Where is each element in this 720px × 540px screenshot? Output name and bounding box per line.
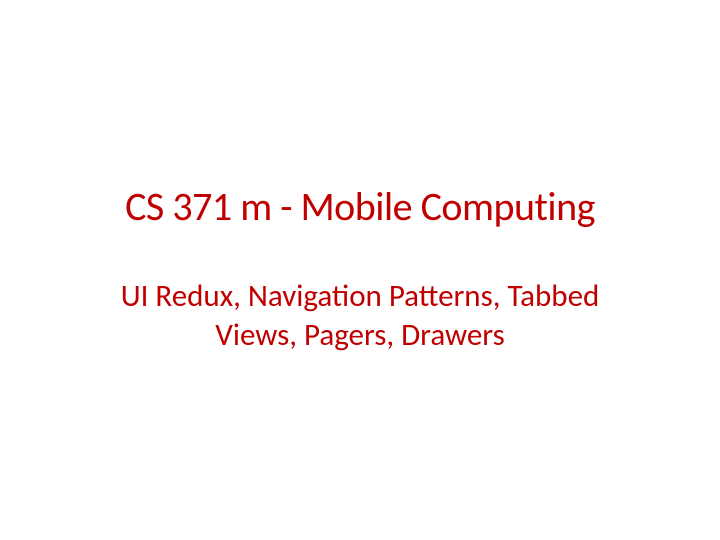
slide-title: CS 371 m - Mobile Computing bbox=[125, 185, 595, 229]
slide-subtitle: UI Redux, Navigation Patterns, Tabbed Vi… bbox=[80, 277, 640, 355]
slide-container: CS 371 m - Mobile Computing UI Redux, Na… bbox=[0, 0, 720, 540]
